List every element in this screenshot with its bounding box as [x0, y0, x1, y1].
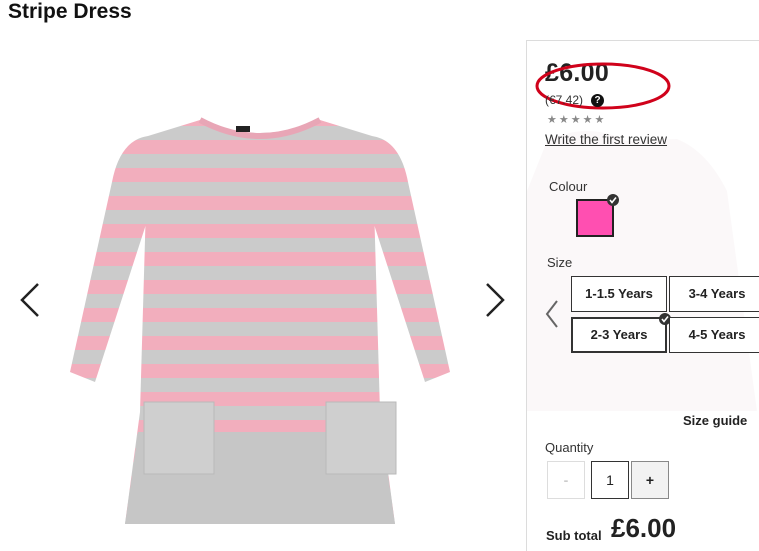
- quantity-decrease-button[interactable]: -: [547, 461, 585, 499]
- quantity-increase-button[interactable]: +: [631, 461, 669, 499]
- euro-price: (€7.42): [545, 93, 584, 107]
- colour-swatch-pink[interactable]: [576, 194, 619, 237]
- size-option[interactable]: 3-4 Years: [669, 276, 759, 312]
- quantity-input[interactable]: 1: [591, 461, 629, 499]
- write-review-link[interactable]: Write the first review: [545, 132, 667, 147]
- chevron-left-icon[interactable]: [544, 299, 560, 329]
- size-guide-link[interactable]: Size guide: [683, 413, 747, 428]
- quantity-label: Quantity: [545, 440, 594, 455]
- chevron-right-icon[interactable]: [483, 280, 507, 320]
- size-option-selected[interactable]: 2-3 Years: [571, 313, 671, 353]
- size-option[interactable]: 4-5 Years: [669, 317, 759, 353]
- product-image: [70, 117, 450, 524]
- help-icon[interactable]: ?: [591, 94, 604, 107]
- chevron-left-icon[interactable]: [18, 280, 42, 320]
- subtotal-label: Sub total: [546, 528, 602, 543]
- check-icon: [607, 194, 619, 206]
- product-gallery: [0, 40, 520, 551]
- colour-label: Colour: [549, 179, 588, 194]
- size-label: Size: [547, 255, 573, 270]
- rating-stars: ★★★★★: [547, 114, 607, 126]
- size-option-label: 2-3 Years: [590, 327, 648, 342]
- subtotal-value: £6.00: [611, 513, 677, 543]
- product-details-panel: £6.00 (€7.42) ? ★★★★★ Write the first re…: [526, 40, 759, 551]
- page-title: Stripe Dress: [8, 0, 132, 23]
- size-option[interactable]: 1-1.5 Years: [571, 276, 667, 312]
